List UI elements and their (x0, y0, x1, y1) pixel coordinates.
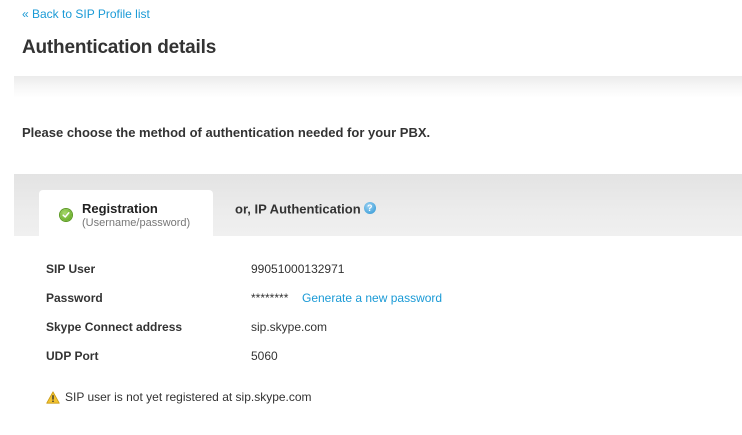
page-title: Authentication details (22, 37, 217, 58)
generate-new-password-link[interactable]: Generate a new password (302, 291, 442, 305)
password-label: Password (46, 291, 103, 305)
check-circle-icon (60, 209, 72, 221)
tab-ip-authentication-label: or, IP Authentication (235, 201, 361, 217)
tab-registration-label: Registration (82, 201, 158, 216)
detail-row-udp-port: UDP Port 5060 (46, 349, 646, 365)
udp-port-label: UDP Port (46, 349, 99, 363)
tab-ip-authentication[interactable]: or, IP Authentication? (235, 200, 376, 218)
udp-port-value: 5060 (251, 349, 278, 363)
sip-user-value: 99051000132971 (251, 262, 345, 276)
tab-registration-sublabel: (Username/password) (82, 217, 191, 229)
back-to-sip-profile-list-link[interactable]: « Back to SIP Profile list (22, 7, 150, 21)
sip-user-label: SIP User (46, 262, 96, 276)
help-icon[interactable]: ? (363, 201, 376, 214)
skype-connect-address-value: sip.skype.com (251, 320, 328, 334)
password-value: ******** (251, 291, 289, 305)
warning-icon (46, 391, 60, 407)
header-divider (14, 76, 742, 98)
tab-registration[interactable]: Registration (Username/password) (39, 190, 213, 237)
registration-status-text: SIP user is not yet registered at sip.sk… (65, 390, 312, 404)
detail-row-password: Password ******** Generate a new passwor… (46, 291, 646, 307)
skype-connect-address-label: Skype Connect address (46, 320, 183, 334)
detail-row-skype-connect-address: Skype Connect address sip.skype.com (46, 320, 646, 336)
intro-text: Please choose the method of authenticati… (22, 125, 431, 140)
detail-row-sip-user: SIP User 99051000132971 (46, 262, 646, 278)
